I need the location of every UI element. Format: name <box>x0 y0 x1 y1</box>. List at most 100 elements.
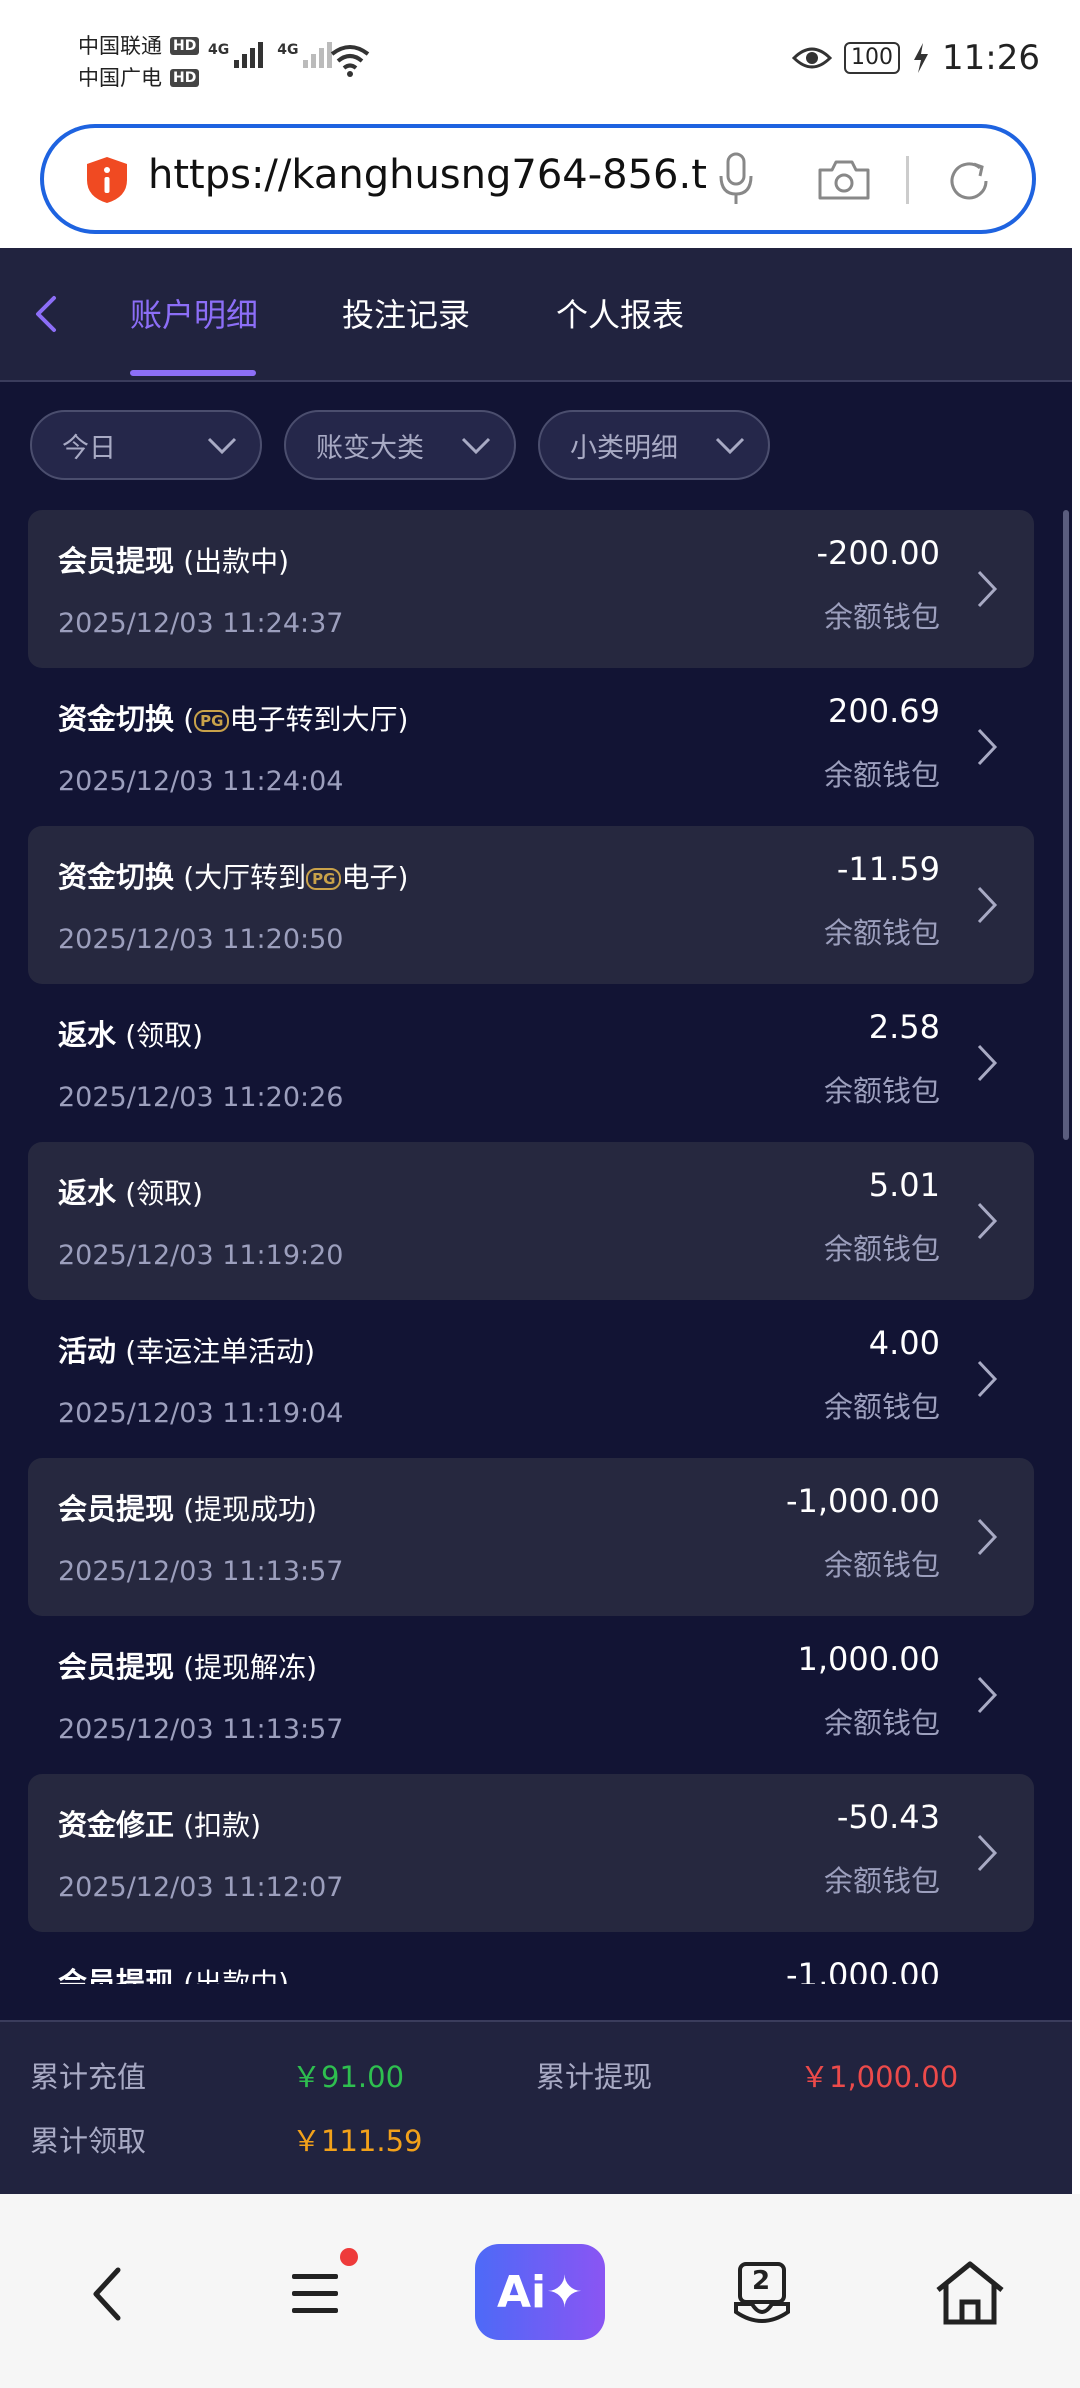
divider <box>906 156 909 204</box>
notification-dot <box>340 2248 358 2266</box>
transaction-amount: 200.69 <box>828 692 940 730</box>
wallet-label: 余额钱包 <box>823 758 940 792</box>
transaction-title: 资金切换 (大厅转到 PG 电子) <box>58 854 408 896</box>
transaction-row[interactable]: 资金切换 (PG 电子转到大厅) 2025/12/03 11:24:04 200.… <box>28 668 1034 826</box>
transaction-detail: (提现成功) <box>183 1493 318 1526</box>
wifi-icon <box>330 45 370 77</box>
chevron-right-icon <box>977 1834 998 1872</box>
charging-icon <box>914 43 929 73</box>
chevron-right-icon <box>977 886 998 924</box>
chevron-down-icon <box>461 437 491 455</box>
pg-logo-icon: PG <box>306 868 342 890</box>
network-type: 4G <box>277 42 299 58</box>
browser-bottom-nav: Ai✦ 2 <box>0 2194 1080 2388</box>
camera-icon[interactable] <box>816 158 872 202</box>
address-bar[interactable]: https://kanghusng764-856.t <box>40 124 1036 234</box>
clock: 11:26 <box>942 38 1040 78</box>
transaction-type: 会员提现 <box>58 544 175 578</box>
back-icon[interactable] <box>88 2266 128 2322</box>
carrier-1: 中国联通 <box>78 34 162 58</box>
transaction-detail: (领取) <box>125 1019 204 1052</box>
battery-indicator: 100 <box>844 42 901 74</box>
transaction-title: 返水 (领取) <box>58 1012 203 1054</box>
transaction-type: 会员提现 <box>58 1966 175 1984</box>
wallet-label: 余额钱包 <box>823 1864 940 1898</box>
tab-count: 2 <box>752 2266 771 2296</box>
wallet-label: 余额钱包 <box>823 1548 940 1582</box>
total-withdraw-label: 累计提现 <box>536 2060 653 2094</box>
home-icon[interactable] <box>932 2260 1008 2326</box>
transaction-title: 会员提现 (出款中) <box>58 1960 289 1984</box>
subcategory-filter-label: 小类明细 <box>570 432 678 464</box>
transaction-row[interactable]: 会员提现 (出款中) -1,000.00 <box>28 1932 1034 1984</box>
transaction-amount: -1,000.00 <box>785 1956 940 1984</box>
ai-assistant-button[interactable]: Ai✦ <box>475 2244 605 2340</box>
total-claim-label: 累计领取 <box>30 2124 147 2158</box>
transaction-type: 资金修正 <box>58 1808 175 1842</box>
transaction-row[interactable]: 返水 (领取) 2025/12/03 11:19:20 5.01 余额钱包 <box>28 1142 1034 1300</box>
tabs-button[interactable]: 2 <box>730 2260 794 2324</box>
chevron-down-icon <box>207 437 237 455</box>
transaction-time: 2025/12/03 11:19:04 <box>58 1398 344 1429</box>
transaction-detail: (出款中) <box>183 545 290 578</box>
total-recharge-label: 累计充值 <box>30 2060 147 2094</box>
category-filter-label: 账变大类 <box>316 432 424 464</box>
reload-icon[interactable] <box>944 156 994 206</box>
network-type: 4G <box>208 42 230 58</box>
url-text[interactable]: https://kanghusng764-856.t <box>148 152 718 198</box>
detail-prefix: (大厅转到 <box>183 861 307 894</box>
transaction-type: 会员提现 <box>58 1650 175 1684</box>
transaction-time: 2025/12/03 11:20:26 <box>58 1082 344 1113</box>
scrollbar-thumb[interactable] <box>1063 510 1069 1140</box>
status-right: 100 11:26 <box>792 38 1040 78</box>
transaction-amount: 4.00 <box>868 1324 940 1362</box>
transaction-title: 资金修正 (扣款) <box>58 1802 261 1844</box>
transaction-title: 返水 (领取) <box>58 1170 203 1212</box>
chevron-right-icon <box>977 1202 998 1240</box>
carrier-2: 中国广电 <box>78 66 162 90</box>
transaction-type: 返水 <box>58 1018 117 1052</box>
menu-icon[interactable] <box>290 2270 340 2318</box>
transaction-amount: -1,000.00 <box>785 1482 940 1520</box>
microphone-icon[interactable] <box>716 152 756 206</box>
back-arrow-icon[interactable] <box>26 292 66 336</box>
tab-account-details[interactable]: 账户明细 <box>130 290 258 336</box>
date-filter-label: 今日 <box>62 432 116 464</box>
tab-personal-report[interactable]: 个人报表 <box>556 290 684 336</box>
transaction-row[interactable]: 资金修正 (扣款) 2025/12/03 11:12:07 -50.43 余额钱… <box>28 1774 1034 1932</box>
signal-icon: 4G <box>277 42 333 68</box>
transaction-row[interactable]: 资金切换 (大厅转到 PG 电子) 2025/12/03 11:20:50 -11.… <box>28 826 1034 984</box>
carrier-info: 中国联通 HD 中国广电 HD <box>78 30 200 94</box>
summary-panel: 累计充值 ￥91.00 累计提现 ￥1,000.00 累计领取 ￥111.59 <box>0 2020 1072 2196</box>
wallet-label: 余额钱包 <box>823 1074 940 1108</box>
transaction-detail: (扣款) <box>183 1809 262 1842</box>
transaction-amount: 2.58 <box>868 1008 940 1046</box>
transaction-detail: (领取) <box>125 1177 204 1210</box>
detail-suffix: 电子转到大厅) <box>229 703 409 736</box>
chevron-right-icon <box>977 1044 998 1082</box>
wallet-label: 余额钱包 <box>823 1390 940 1424</box>
detail-suffix: 电子) <box>341 861 409 894</box>
app-content: 账户明细 投注记录 个人报表 今日 账变大类 小类明细 会员提现 (出款中) 2… <box>0 248 1072 2196</box>
active-tab-indicator <box>130 370 256 376</box>
chevron-down-icon <box>715 437 745 455</box>
chevron-right-icon <box>977 1518 998 1556</box>
total-claim-value: ￥111.59 <box>292 2124 423 2158</box>
subcategory-filter-dropdown[interactable]: 小类明细 <box>538 410 770 480</box>
category-filter-dropdown[interactable]: 账变大类 <box>284 410 516 480</box>
tab-bet-records[interactable]: 投注记录 <box>342 290 470 336</box>
transaction-row[interactable]: 活动 (幸运注单活动) 2025/12/03 11:19:04 4.00 余额钱… <box>28 1300 1034 1458</box>
security-warning-icon[interactable] <box>84 155 130 205</box>
transaction-detail: (出款中) <box>183 1967 290 1984</box>
transaction-row[interactable]: 会员提现 (出款中) 2025/12/03 11:24:37 -200.00 余… <box>28 510 1034 668</box>
transaction-row[interactable]: 会员提现 (提现成功) 2025/12/03 11:13:57 -1,000.0… <box>28 1458 1034 1616</box>
transaction-time: 2025/12/03 11:24:04 <box>58 766 344 797</box>
eye-icon <box>792 47 833 69</box>
transaction-row[interactable]: 会员提现 (提现解冻) 2025/12/03 11:13:57 1,000.00… <box>28 1616 1034 1774</box>
transaction-time: 2025/12/03 11:13:57 <box>58 1556 344 1587</box>
transaction-type: 返水 <box>58 1176 117 1210</box>
transaction-row[interactable]: 返水 (领取) 2025/12/03 11:20:26 2.58 余额钱包 <box>28 984 1034 1142</box>
date-filter-dropdown[interactable]: 今日 <box>30 410 262 480</box>
wallet-label: 余额钱包 <box>823 600 940 634</box>
filter-bar: 今日 账变大类 小类明细 <box>30 410 770 480</box>
